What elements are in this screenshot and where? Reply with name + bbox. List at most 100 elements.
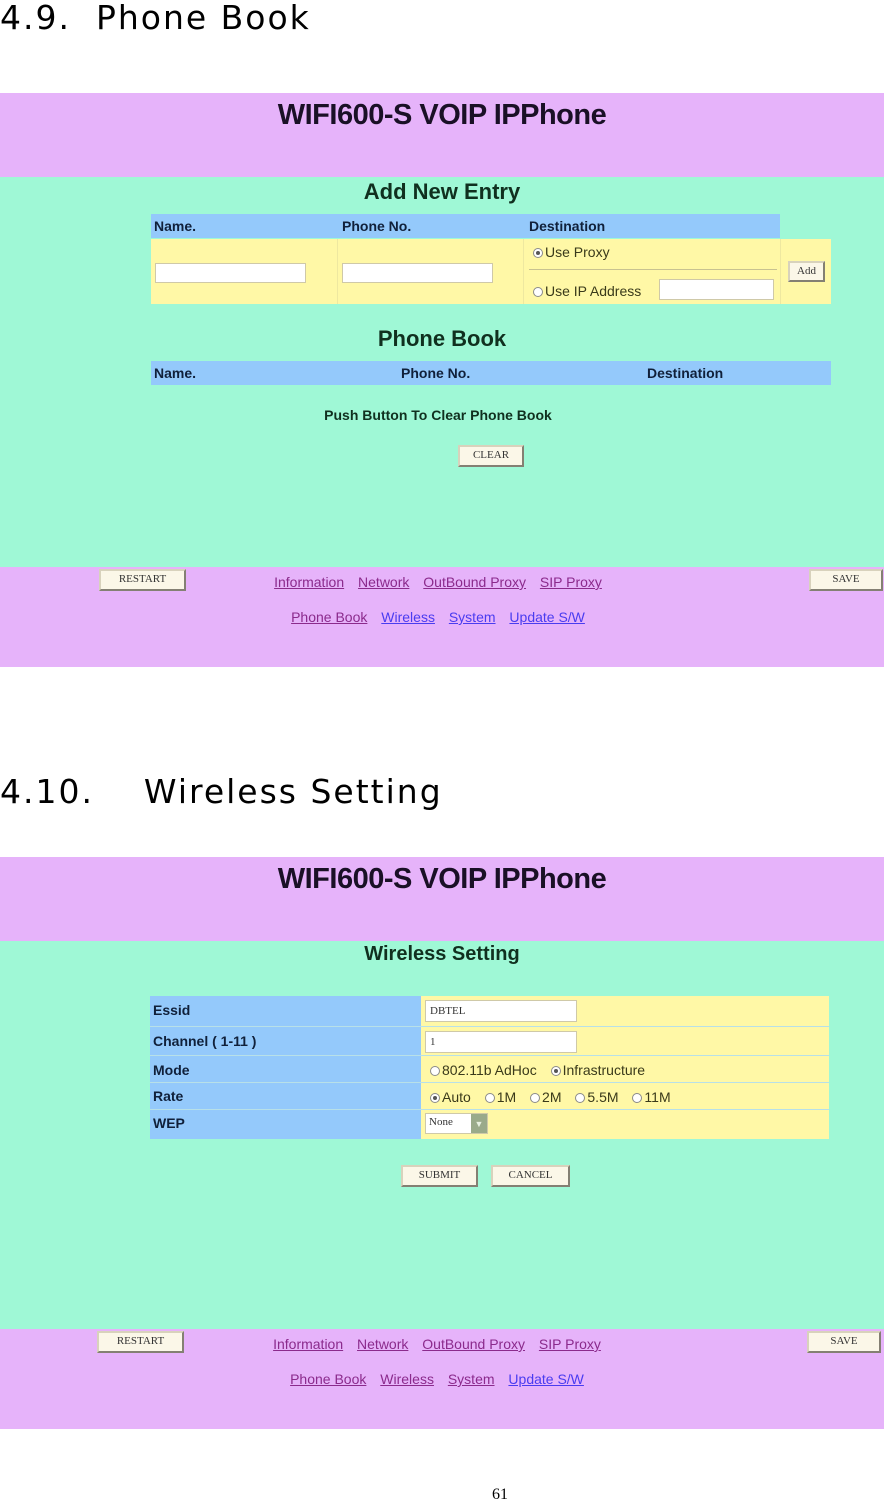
nav-links-row-2: Phone Book Wireless System Update S/W (0, 1371, 879, 1387)
add-button[interactable]: Add (788, 261, 825, 282)
nav-links-row-1: Information Network OutBound Proxy SIP P… (0, 1336, 879, 1352)
add-entry-header-row (151, 214, 780, 238)
rate-auto-option[interactable]: Auto (430, 1089, 481, 1105)
use-proxy-option[interactable]: Use Proxy (533, 244, 620, 260)
rate-11m-option[interactable]: 11M (632, 1089, 680, 1105)
nav-link-outbound-proxy[interactable]: OutBound Proxy (423, 574, 526, 590)
wep-select[interactable]: None ▼ (425, 1113, 488, 1134)
page-number: 61 (492, 1486, 508, 1503)
column-header-destination: Destination (529, 218, 606, 234)
nav-link-sip-proxy[interactable]: SIP Proxy (540, 574, 602, 590)
mode-infrastructure-label: Infrastructure (562, 1062, 646, 1078)
rate-2m-radio[interactable] (530, 1093, 541, 1104)
footer-nav: RESTART SAVE Information Network OutBoun… (0, 1329, 884, 1429)
cell-divider (523, 239, 524, 304)
add-new-entry-title: Add New Entry (363, 179, 521, 204)
section-title-wireless-setting: 4.10. Wireless Setting (0, 772, 443, 811)
nav-link-system[interactable]: System (449, 609, 496, 625)
main-content: Add New Entry Name. Phone No. Destinatio… (0, 177, 884, 567)
use-ip-address-radio[interactable] (533, 287, 543, 298)
ip-address-input[interactable] (659, 279, 774, 300)
nav-links-row-2: Phone Book Wireless System Update S/W (0, 609, 880, 625)
chevron-down-icon[interactable]: ▼ (471, 1114, 487, 1133)
use-proxy-radio[interactable] (533, 248, 543, 259)
rate-5-5m-option[interactable]: 5.5M (575, 1089, 628, 1105)
nav-link-network[interactable]: Network (357, 1336, 408, 1352)
cell-divider (337, 239, 338, 304)
rate-label: Rate (153, 1088, 184, 1104)
rate-5-5m-radio[interactable] (575, 1093, 586, 1104)
column-header-name: Name. (154, 365, 197, 381)
row-divider (150, 1055, 829, 1056)
phone-book-title: Phone Book (377, 326, 507, 351)
nav-link-phone-book[interactable]: Phone Book (290, 1371, 366, 1387)
rate-1m-label: 1M (496, 1089, 517, 1105)
wep-selected-value: None (429, 1116, 453, 1128)
use-ip-address-label: Use IP Address (545, 283, 642, 299)
phone-book-screenshot: WIFI600-S VOIP IPPhone Add New Entry Nam… (0, 93, 884, 667)
mode-adhoc-radio[interactable] (430, 1066, 440, 1077)
nav-link-wireless[interactable]: Wireless (381, 609, 435, 625)
phone-book-header-row (151, 361, 831, 385)
rate-1m-option[interactable]: 1M (484, 1089, 526, 1105)
column-header-name: Name. (154, 218, 197, 234)
column-header-destination: Destination (647, 365, 724, 381)
rate-11m-radio[interactable] (632, 1093, 643, 1104)
device-title: WIFI600-S VOIP IPPhone (277, 99, 607, 131)
name-input[interactable] (155, 263, 306, 283)
rate-auto-radio[interactable] (430, 1093, 440, 1104)
nav-link-sip-proxy[interactable]: SIP Proxy (539, 1336, 601, 1352)
rate-11m-label: 11M (644, 1089, 671, 1105)
use-proxy-label: Use Proxy (545, 244, 610, 260)
mode-infrastructure-option[interactable]: Infrastructure (550, 1062, 655, 1078)
rate-auto-label: Auto (442, 1089, 471, 1105)
channel-input[interactable] (425, 1031, 577, 1053)
cell-divider (780, 239, 781, 304)
nav-link-update-sw[interactable]: Update S/W (508, 1371, 583, 1387)
row-divider (150, 1082, 829, 1083)
rate-2m-label: 2M (542, 1089, 562, 1105)
wireless-setting-screenshot: WIFI600-S VOIP IPPhone Wireless Setting … (0, 857, 884, 1429)
footer-nav: RESTART SAVE Information Network OutBoun… (0, 567, 884, 667)
header-bar: WIFI600-S VOIP IPPhone (0, 857, 884, 941)
header-bar: WIFI600-S VOIP IPPhone (0, 93, 884, 177)
clear-instructions: Push Button To Clear Phone Book (324, 407, 552, 423)
rate-5-5m-label: 5.5M (587, 1089, 619, 1105)
row-divider (150, 1109, 829, 1110)
nav-link-update-sw[interactable]: Update S/W (509, 609, 584, 625)
rate-2m-option[interactable]: 2M (530, 1089, 571, 1105)
wep-label: WEP (153, 1115, 185, 1131)
essid-input[interactable] (425, 1000, 577, 1022)
nav-link-system[interactable]: System (448, 1371, 495, 1387)
destination-divider (529, 269, 777, 270)
wireless-setting-title: Wireless Setting (364, 943, 520, 965)
essid-label: Essid (153, 1002, 191, 1018)
mode-label: Mode (153, 1062, 190, 1078)
nav-link-information[interactable]: Information (273, 1336, 343, 1352)
row-divider (150, 1026, 829, 1027)
submit-button[interactable]: SUBMIT (401, 1165, 478, 1187)
nav-links-row-1: Information Network OutBound Proxy SIP P… (0, 574, 880, 590)
mode-adhoc-option[interactable]: 802.11b AdHoc (430, 1062, 547, 1078)
nav-link-information[interactable]: Information (274, 574, 344, 590)
nav-link-wireless[interactable]: Wireless (380, 1371, 434, 1387)
section-title-phone-book: 4.9. Phone Book (0, 0, 311, 37)
nav-link-network[interactable]: Network (358, 574, 409, 590)
rate-1m-radio[interactable] (484, 1093, 495, 1104)
clear-button[interactable]: CLEAR (458, 445, 524, 467)
nav-link-phone-book[interactable]: Phone Book (291, 609, 367, 625)
column-header-phone: Phone No. (401, 365, 471, 381)
channel-label: Channel ( 1-11 ) (153, 1033, 257, 1049)
mode-adhoc-label: 802.11b AdHoc (442, 1062, 537, 1078)
mode-options: 802.11b AdHoc Infrastructure (430, 1062, 655, 1078)
use-ip-address-option[interactable]: Use IP Address (533, 283, 641, 299)
column-header-phone: Phone No. (342, 218, 412, 234)
cancel-button[interactable]: CANCEL (491, 1165, 570, 1187)
mode-infrastructure-radio[interactable] (550, 1066, 561, 1077)
settings-label-column (150, 996, 421, 1139)
main-content: Wireless Setting Essid Channel ( 1-11 ) … (0, 941, 884, 1329)
phone-number-input[interactable] (342, 263, 493, 283)
device-title: WIFI600-S VOIP IPPhone (277, 863, 607, 895)
rate-options: Auto 1M 2M 5.5M 11M (430, 1089, 681, 1105)
nav-link-outbound-proxy[interactable]: OutBound Proxy (422, 1336, 525, 1352)
